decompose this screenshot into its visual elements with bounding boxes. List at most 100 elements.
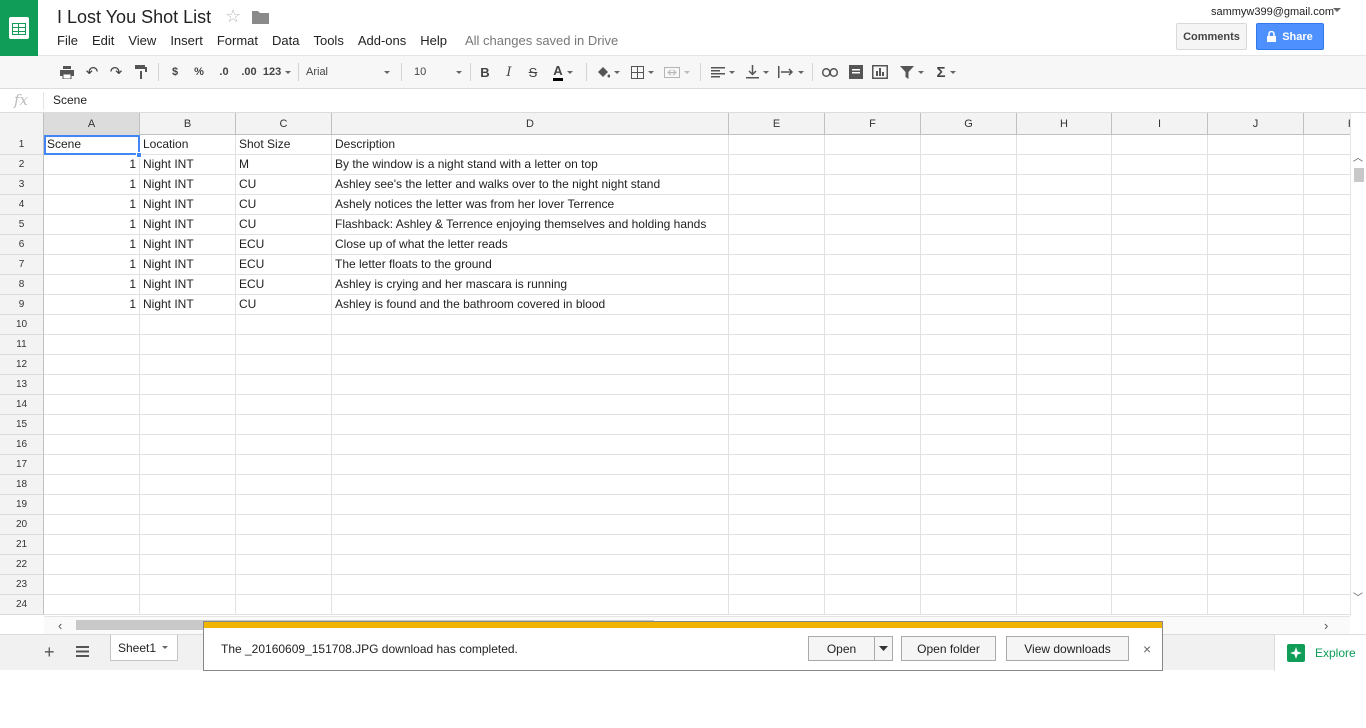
cell[interactable]: Night INT [140,195,236,215]
cell[interactable] [1208,275,1304,295]
comments-button[interactable]: Comments [1176,23,1247,50]
cell[interactable] [729,195,825,215]
cell[interactable] [1304,475,1350,495]
row-header[interactable]: 12 [0,355,44,375]
vertical-scrollbar[interactable]: ︿ ﹀ [1350,113,1366,616]
cell[interactable] [729,235,825,255]
cell[interactable] [729,155,825,175]
cell[interactable] [729,175,825,195]
cell[interactable] [825,215,921,235]
cell[interactable] [1017,495,1112,515]
cell[interactable] [1208,435,1304,455]
cell[interactable] [921,375,1017,395]
cell[interactable] [729,495,825,515]
cell[interactable] [825,455,921,475]
cell[interactable] [140,595,236,615]
row-header[interactable]: 6 [0,235,44,255]
cell[interactable] [1208,295,1304,315]
cell[interactable] [921,295,1017,315]
menu-help[interactable]: Help [413,31,454,50]
menu-edit[interactable]: Edit [85,31,121,50]
cell[interactable] [1208,475,1304,495]
cell[interactable] [921,555,1017,575]
align-left-icon[interactable] [708,62,738,82]
cell[interactable] [1017,275,1112,295]
cell[interactable] [1208,355,1304,375]
cell[interactable] [825,515,921,535]
cell[interactable] [332,495,729,515]
cell[interactable] [1304,335,1350,355]
cell[interactable] [1017,295,1112,315]
cell[interactable]: CU [236,175,332,195]
cell[interactable] [1017,355,1112,375]
cell[interactable] [1112,335,1208,355]
cell[interactable] [1304,415,1350,435]
cell[interactable]: Night INT [140,275,236,295]
cell[interactable] [332,595,729,615]
cell[interactable] [140,415,236,435]
cell[interactable] [1304,555,1350,575]
open-options-dropdown[interactable] [874,636,893,661]
cell[interactable] [1304,355,1350,375]
cell[interactable]: Ashely notices the letter was from her l… [332,195,729,215]
cell[interactable] [332,355,729,375]
cell[interactable]: 1 [44,235,140,255]
cell[interactable]: 1 [44,275,140,295]
cell[interactable] [1208,235,1304,255]
cell[interactable] [1017,375,1112,395]
row-header[interactable]: 10 [0,315,44,335]
chevron-down-icon[interactable] [1333,8,1341,12]
column-header-j[interactable]: J [1208,113,1304,135]
cell[interactable] [729,335,825,355]
fill-handle[interactable] [136,152,142,158]
cell[interactable] [1208,195,1304,215]
cell[interactable] [1304,195,1350,215]
cell[interactable] [729,435,825,455]
column-header-b[interactable]: B [140,113,236,135]
cell[interactable] [921,435,1017,455]
cell[interactable] [332,455,729,475]
cell[interactable] [1304,455,1350,475]
row-header[interactable]: 19 [0,495,44,515]
cell[interactable] [44,395,140,415]
cell[interactable] [140,495,236,515]
cell[interactable] [1112,455,1208,475]
cell[interactable] [1017,335,1112,355]
cell[interactable] [1304,155,1350,175]
cell[interactable]: CU [236,295,332,315]
cell[interactable]: Ashley is found and the bathroom covered… [332,295,729,315]
cell[interactable] [1017,235,1112,255]
bold-button[interactable]: B [477,62,493,82]
cell[interactable] [1017,215,1112,235]
cell[interactable] [1208,135,1304,155]
cell[interactable] [1208,575,1304,595]
row-header[interactable]: 16 [0,435,44,455]
cell[interactable] [729,415,825,435]
cell[interactable] [1017,315,1112,335]
cell[interactable] [44,575,140,595]
cell[interactable] [44,375,140,395]
row-header[interactable]: 13 [0,375,44,395]
cell[interactable] [921,475,1017,495]
font-select[interactable]: Arial [306,62,390,82]
cell[interactable] [1208,335,1304,355]
row-header[interactable]: 17 [0,455,44,475]
cell[interactable] [1208,595,1304,615]
cell[interactable] [1017,255,1112,275]
folder-icon[interactable] [252,10,269,29]
cell[interactable] [44,435,140,455]
sheet-tab-sheet1[interactable]: Sheet1 [110,635,178,661]
cell[interactable] [825,295,921,315]
insert-link-icon[interactable] [820,62,840,82]
cell[interactable] [921,255,1017,275]
cell[interactable] [825,475,921,495]
cell[interactable]: Location [140,135,236,155]
cell[interactable] [44,335,140,355]
cell[interactable] [1304,595,1350,615]
cell[interactable] [1112,435,1208,455]
cell[interactable] [825,595,921,615]
cell[interactable] [729,135,825,155]
cell[interactable] [1208,255,1304,275]
cell[interactable] [236,455,332,475]
cell[interactable] [1112,595,1208,615]
